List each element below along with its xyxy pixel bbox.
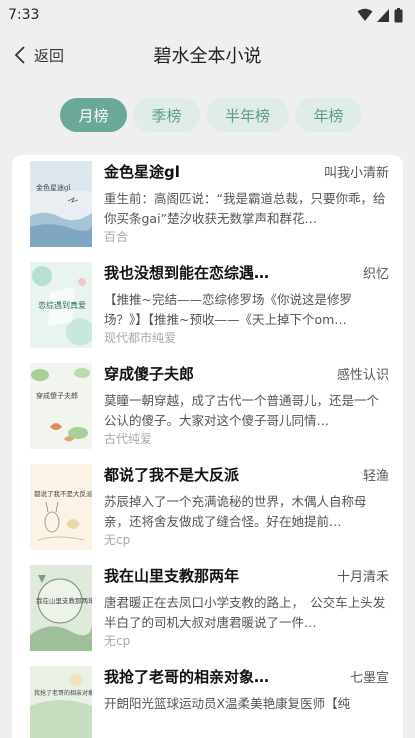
book-item[interactable]: 我在山里支教那两年 我在山里支教那两年 十月清禾 唐君暖正在去凤口小学支教的路上… (12, 565, 403, 666)
wifi-icon (357, 8, 373, 21)
book-description: 开朗阳光篮球运动员X温柔美艳康复医师【纯 (104, 696, 351, 711)
tab-half-year[interactable]: 半年榜 (206, 98, 289, 132)
chevron-left-icon (14, 46, 25, 64)
status-time: 7:33 (8, 7, 40, 23)
book-item[interactable]: 穿成傻子夫郎 穿成傻子夫郎 感性认识 莫瞳一朝穿越，成了古代一个普通哥儿，还是一… (12, 363, 403, 464)
cover-title: 我抢了老哥的相亲对象 (34, 690, 92, 697)
book-cover: 我在山里支教那两年 (30, 565, 92, 651)
book-author: 织忆 (362, 267, 389, 282)
book-description: 唐君暖正在去凤口小学支教的路上， 公交车上头发半白了的司机大叔对唐君暖说了一件… (104, 595, 386, 630)
status-bar: 7:33 (0, 0, 415, 30)
book-cover: 穿成傻子夫郎 (30, 363, 92, 449)
book-title: 都说了我不是大反派 (104, 466, 240, 484)
back-label: 返回 (34, 46, 65, 65)
tab-monthly[interactable]: 月榜 (60, 98, 127, 132)
book-item[interactable]: 金色星途gl 金色星途gl 叫我小清新 重生前：高阁匹说：“我是霸道总裁，只要你… (12, 161, 403, 262)
book-description: 【推推~完结——恋综修罗场《你说这是修罗场？》】【推推~预收——《天上掉下个om… (104, 292, 352, 327)
tab-quarterly[interactable]: 季榜 (133, 98, 200, 132)
cover-title: 穿成傻子夫郎 (36, 392, 78, 400)
cover-title: 我在山里支教那两年 (36, 597, 92, 605)
book-item[interactable]: 都说了我不是大反派 都说了我不是大反派 轻渔 苏辰掉入了一个充满诡秘的世界，木偶… (12, 464, 403, 565)
signal-icon (377, 8, 389, 22)
tab-yearly[interactable]: 年榜 (295, 98, 362, 132)
back-button[interactable]: 返回 (0, 45, 64, 66)
book-author: 七墨宣 (349, 671, 389, 686)
book-author: 轻渔 (362, 469, 389, 484)
rank-tabs: 月榜 季榜 半年榜 年榜 (0, 98, 415, 132)
book-cover: 都说了我不是大反派 (30, 464, 92, 550)
cover-title: 金色星途gl (36, 184, 71, 192)
book-tag: 现代都市纯爱 (104, 331, 177, 345)
book-description: 重生前：高阁匹说：“我是霸道总裁，只要你乖，给你买条gai”楚汐收获无数掌声和群… (104, 191, 386, 226)
book-author: 叫我小清新 (323, 166, 389, 181)
book-cover: 金色星途gl (30, 161, 92, 247)
book-author: 感性认识 (336, 368, 389, 383)
cover-title: 恋综遇到真爱 (38, 301, 86, 310)
book-description: 苏辰掉入了一个充满诡秘的世界，木偶人自称母亲，还将舍友做成了缝合怪。好在她提前… (104, 494, 367, 529)
battery-icon (394, 7, 403, 22)
book-title: 我在山里支教那两年 (104, 567, 240, 585)
header: 返回 碧水全本小说 (0, 30, 415, 80)
book-title: 金色星途gl (104, 163, 180, 181)
status-icons (357, 7, 403, 23)
book-tag: 百合 (104, 230, 129, 244)
book-cover: 我抢了老哥的相亲对象 (30, 666, 92, 738)
book-title: 我抢了老哥的相亲对象… (104, 668, 270, 686)
book-title: 我也没想到能在恋综遇… (104, 264, 270, 282)
book-list: 金色星途gl 金色星途gl 叫我小清新 重生前：高阁匹说：“我是霸道总裁，只要你… (12, 155, 403, 738)
book-item[interactable]: 我抢了老哥的相亲对象 我抢了老哥的相亲对象… 七墨宣 开朗阳光篮球运动员X温柔美… (12, 666, 403, 738)
book-title: 穿成傻子夫郎 (104, 365, 195, 383)
book-author: 十月清禾 (336, 570, 389, 585)
cover-title: 都说了我不是大反派 (34, 490, 92, 498)
book-tag: 古代纯爱 (104, 432, 153, 446)
book-description: 莫瞳一朝穿越，成了古代一个普通哥儿，还是一个公认的傻子。大家对这个傻子哥儿同情… (104, 393, 380, 428)
book-tag: 无cp (104, 533, 131, 547)
book-item[interactable]: 恋综遇到真爱 我也没想到能在恋综遇… 织忆 【推推~完结——恋综修罗场《你说这是… (12, 262, 403, 363)
book-tag: 无cp (104, 634, 131, 648)
book-cover: 恋综遇到真爱 (30, 262, 92, 348)
